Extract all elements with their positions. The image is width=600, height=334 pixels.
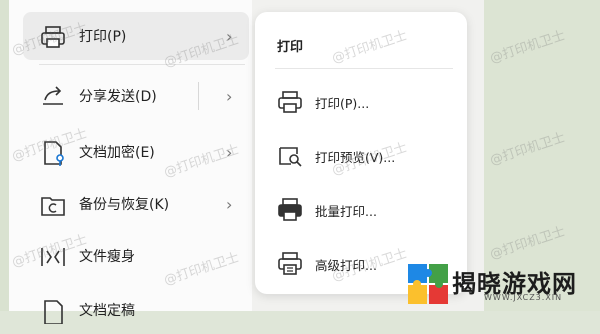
split-divider (198, 82, 199, 110)
print-preview-icon (277, 144, 303, 168)
submenu-item-label: 批量打印... (315, 204, 377, 219)
submenu-item-print[interactable]: 打印(P)... (265, 82, 457, 122)
printer-icon (39, 24, 67, 50)
menu-item-label: 文档定稿 (79, 303, 135, 319)
menu-item-label: 备份与恢复(K) (79, 197, 170, 213)
menu-item-label: 打印(P) (79, 29, 127, 45)
chevron-right-icon[interactable]: › (226, 87, 232, 106)
submenu-item-label: 打印预览(V)... (315, 150, 396, 165)
batch-print-icon (277, 198, 303, 222)
backup-restore-icon (39, 192, 67, 218)
submenu-item-label: 打印(P)... (315, 96, 370, 111)
submenu-item-print-preview[interactable]: 打印预览(V)... (265, 136, 457, 176)
chevron-right-icon: › (226, 194, 233, 214)
menu-item-label: 文档加密(E) (79, 145, 155, 161)
advanced-print-icon (277, 252, 303, 276)
logo-subtext: WWW.JXCZ3.XIN (484, 293, 563, 302)
background-left-strip (0, 0, 9, 311)
menu-separator (39, 64, 245, 65)
menu-item-backup[interactable]: 备份与恢复(K) › (23, 180, 249, 228)
menu-item-share[interactable]: 分享发送(D) › (23, 72, 249, 120)
submenu-title: 打印 (277, 40, 304, 55)
chevron-right-icon: › (226, 26, 233, 46)
chevron-right-icon: › (226, 142, 233, 162)
document-key-icon (39, 140, 67, 166)
submenu-item-batch-print[interactable]: 批量打印... (265, 190, 457, 230)
menu-item-finalize[interactable]: 文档定稿 (23, 286, 249, 334)
printer-icon (277, 90, 303, 114)
menu-item-encrypt[interactable]: 文档加密(E) › (23, 128, 249, 176)
menu-item-slim[interactable]: 文件瘦身 (23, 232, 249, 280)
menu-item-print[interactable]: 打印(P) › (23, 12, 249, 60)
compress-icon (39, 244, 67, 270)
document-icon (39, 298, 67, 325)
puzzle-logo-icon (408, 264, 448, 304)
menu-item-label: 分享发送(D) (79, 89, 157, 105)
site-logo: 揭晓游戏网 WWW.JXCZ3.XIN (406, 262, 596, 308)
share-icon (39, 84, 67, 110)
submenu-separator (275, 68, 453, 69)
file-menu-panel: 打印(P) › 分享发送(D) › 文档加密(E) › 备份与恢复(K) › 文… (9, 0, 253, 325)
menu-item-label: 文件瘦身 (79, 249, 135, 265)
submenu-item-label: 高级打印... (315, 258, 377, 273)
print-submenu: 打印 打印(P)... 打印预览(V)... 批量打印... 高级打印... (255, 12, 467, 294)
